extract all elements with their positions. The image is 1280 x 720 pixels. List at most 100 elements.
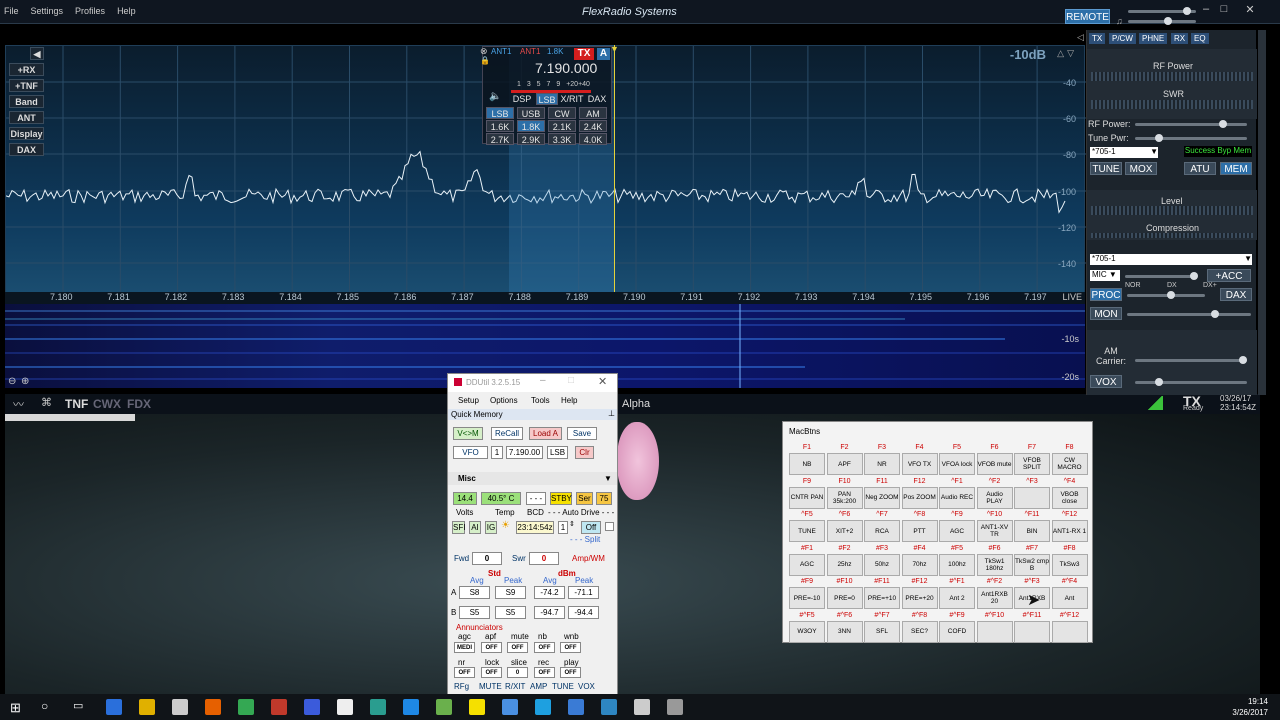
menu-file[interactable]: File (4, 6, 19, 16)
dax-tx-button[interactable]: DAX (1220, 288, 1252, 301)
annunciator-toggle[interactable]: OFF (481, 667, 502, 678)
macro-button[interactable]: PRE=+20 (901, 587, 938, 609)
filter-button[interactable]: 2.9K (517, 133, 545, 145)
speaker-icon[interactable]: 🔈 (489, 91, 501, 102)
macro-button[interactable]: APF (826, 453, 863, 475)
spin-field[interactable]: 1 (558, 521, 568, 534)
tab-phne[interactable]: PHNE (1139, 33, 1168, 44)
macro-button[interactable]: SEC? (901, 620, 938, 643)
edge-icon[interactable] (106, 699, 122, 715)
menu-settings[interactable]: Settings (31, 6, 64, 16)
mode-cw[interactable]: CW (548, 107, 576, 119)
vox-slider[interactable] (1135, 378, 1247, 386)
vm-button[interactable]: V<>M (453, 427, 483, 440)
macro-button[interactable]: CNTR PAN (789, 486, 825, 509)
freq-field[interactable]: 7.190.00 (506, 446, 543, 459)
clear-button[interactable]: Clr (575, 446, 594, 459)
proc-slider[interactable] (1127, 291, 1205, 299)
filter-button[interactable]: 2.7K (486, 133, 514, 145)
split-checkbox[interactable] (605, 522, 614, 531)
macro-button[interactable]: CW MACRO (1051, 453, 1088, 475)
num75-button[interactable]: 75 (596, 492, 612, 505)
macro-button[interactable]: W3OY (789, 620, 825, 643)
macro-button[interactable]: AGC (939, 520, 975, 542)
mon-button[interactable]: MON (1090, 307, 1122, 320)
app-icon[interactable] (337, 699, 353, 715)
frequency-axis[interactable]: 7.180 7.181 7.182 7.183 7.184 7.185 7.186 7.187… (5, 292, 1085, 304)
split-off-button[interactable]: Off (581, 521, 601, 534)
macro-button[interactable]: Ant1RXB 20 (976, 587, 1013, 609)
misc-tab[interactable]: Misc (458, 474, 476, 483)
annunciator-toggle[interactable]: 0 (507, 667, 528, 678)
app-icon[interactable] (469, 699, 485, 715)
macro-button[interactable]: VFO TX (901, 453, 938, 475)
ai-button[interactable]: AI (469, 521, 481, 534)
panel-arrows-icon[interactable]: ◁ (1077, 32, 1084, 43)
windows-start-icon[interactable]: ⊞ (10, 700, 21, 716)
zoom-up-icon[interactable]: △ (1057, 48, 1064, 59)
macro-button[interactable]: PAN 35k:200 (826, 486, 863, 509)
filter-button[interactable]: 4.0K (579, 133, 607, 145)
macro-button[interactable]: Ant (1051, 587, 1088, 609)
macro-button[interactable]: PRE=0 (826, 587, 863, 609)
annunciator-toggle[interactable]: OFF (507, 642, 528, 653)
macro-button[interactable]: Audio REC (939, 486, 975, 509)
macro-button[interactable]: Pos ZOOM (901, 486, 938, 509)
filter-button[interactable]: 2.4K (579, 120, 607, 132)
mode-select[interactable]: LSB (486, 107, 514, 119)
headphone-slider[interactable] (1128, 17, 1196, 25)
macro-button[interactable]: 25hz (826, 553, 863, 576)
dax-button[interactable]: DAX (9, 143, 44, 156)
zoom-out-icon[interactable]: ⊖ (8, 376, 16, 387)
app-icon[interactable] (535, 699, 551, 715)
macro-button[interactable]: RCA (864, 520, 900, 542)
search-icon[interactable]: ○ (41, 699, 48, 713)
mic-select[interactable]: MIC ▼ (1090, 270, 1120, 281)
filter-button[interactable]: 1.6K (486, 120, 514, 132)
volume-slider[interactable] (1128, 7, 1196, 15)
macro-button[interactable]: TUNE (789, 520, 825, 542)
minimize-icon[interactable]: – (540, 375, 546, 386)
menu-setup[interactable]: Setup (458, 396, 479, 405)
macro-button[interactable]: PRE=-10 (789, 587, 825, 609)
mode-am[interactable]: AM (579, 107, 607, 119)
menu-profiles[interactable]: Profiles (75, 6, 105, 16)
tx-frequency-marker[interactable] (614, 45, 615, 293)
xrit-button[interactable]: X/RIT (560, 93, 584, 105)
vfo-number-field[interactable]: 1 (491, 446, 503, 459)
macro-button[interactable]: ANT1-XV TR (976, 520, 1013, 542)
chrome-icon[interactable] (238, 699, 254, 715)
macro-button[interactable]: VFOB SPLIT (1014, 453, 1050, 475)
tune-power-slider[interactable] (1135, 134, 1247, 142)
filter-button[interactable]: 2.1K (548, 120, 576, 132)
macro-button[interactable]: XIT+2 (826, 520, 863, 542)
menu-help[interactable]: Help (561, 396, 577, 405)
tab-eq[interactable]: EQ (1191, 33, 1209, 44)
macro-button[interactable]: 70hz (901, 553, 938, 576)
tx-badge[interactable]: TX (574, 48, 594, 60)
right-scrollbar[interactable] (1258, 30, 1266, 395)
app-icon[interactable] (601, 699, 617, 715)
load-a-button[interactable]: Load A (529, 427, 562, 440)
app-icon[interactable] (403, 699, 419, 715)
misc-dropdown-icon[interactable]: ▼ (604, 474, 612, 483)
maximize-icon[interactable]: □ (1216, 3, 1232, 17)
tx-ant-label[interactable]: ANT1 (520, 47, 540, 56)
vfo-field[interactable]: VFO (453, 446, 488, 459)
macro-button[interactable]: 50hz (864, 553, 900, 576)
add-rx-button[interactable]: +RX (9, 63, 44, 76)
macro-button[interactable]: NB (789, 453, 825, 475)
macro-button[interactable]: COFD (939, 620, 975, 643)
app-icon[interactable] (304, 699, 320, 715)
mon-slider[interactable] (1127, 310, 1251, 318)
close-icon[interactable]: ✕ (1242, 3, 1258, 17)
macro-button[interactable]: AGC (789, 553, 825, 576)
spinner-icon[interactable]: ⇕ (569, 520, 575, 528)
filter-button[interactable]: 1.8K (517, 120, 545, 132)
lsb-mode-button[interactable]: LSB (536, 93, 558, 105)
macro-button[interactable]: PTT (901, 520, 938, 542)
macro-button[interactable]: TkSw3 (1051, 553, 1088, 576)
macro-button[interactable] (1014, 620, 1050, 643)
ig-button[interactable]: IG (485, 521, 497, 534)
display-button[interactable]: Display (9, 127, 44, 140)
